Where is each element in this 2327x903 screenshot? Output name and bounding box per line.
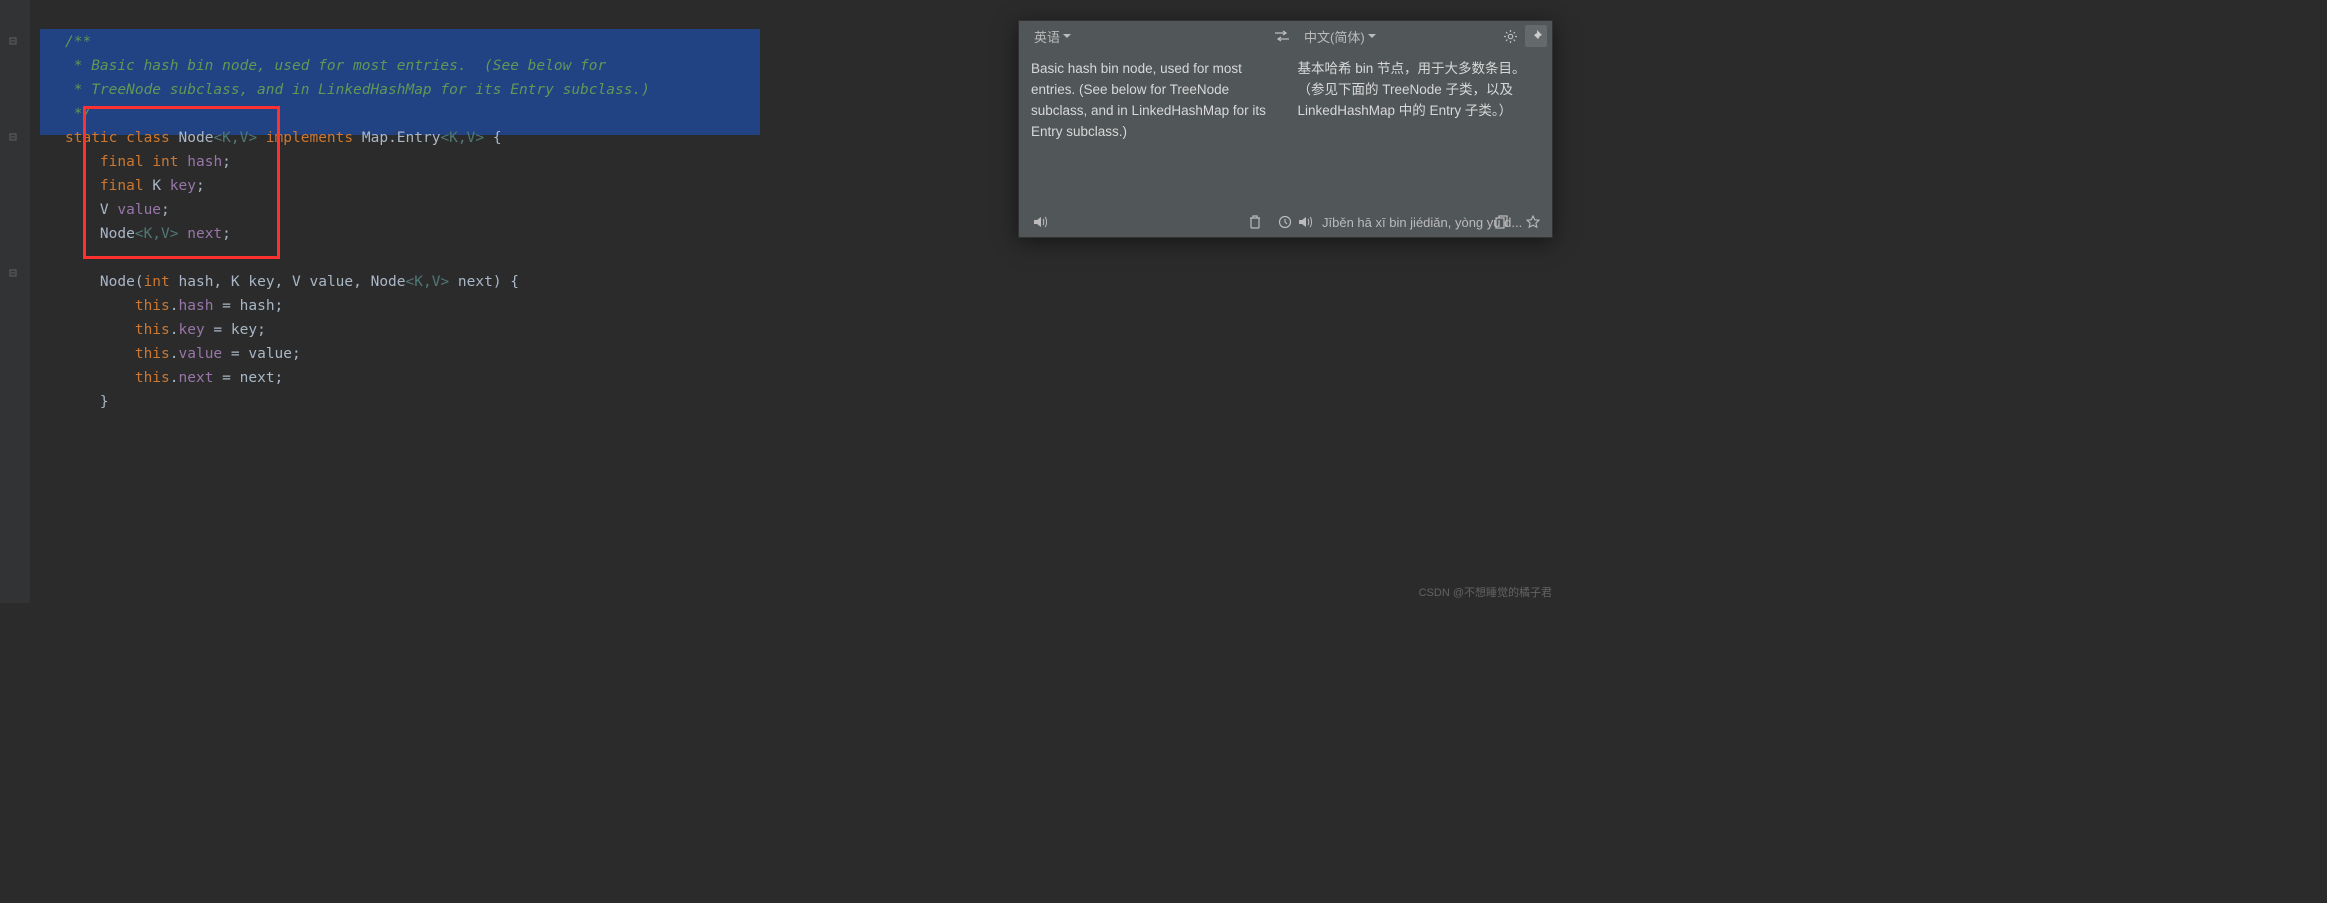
gear-icon [1503, 29, 1518, 44]
brace-close: } [30, 390, 1560, 414]
speaker-icon [1033, 215, 1048, 229]
fold-icon[interactable] [8, 36, 18, 46]
fold-icon[interactable] [8, 132, 18, 142]
history-icon [1278, 215, 1292, 229]
translation-header: 英语 中文(简体) [1019, 21, 1552, 51]
speak-target-button[interactable] [1294, 211, 1316, 233]
target-text: 基本哈希 bin 节点，用于大多数条目。 （参见下面的 TreeNode 子类，… [1298, 61, 1526, 118]
comment-line: * TreeNode subclass, and in LinkedHashMa… [65, 82, 650, 98]
delete-button[interactable] [1244, 211, 1266, 233]
translation-body: Basic hash bin node, used for most entri… [1019, 51, 1552, 207]
target-language-label: 中文(简体) [1304, 27, 1365, 46]
fold-icon[interactable] [8, 268, 18, 278]
assignment: this.key = key; [30, 318, 1560, 342]
pin-icon [1529, 29, 1543, 43]
copy-icon [1495, 215, 1508, 229]
chevron-down-icon [1368, 34, 1376, 39]
source-text: Basic hash bin node, used for most entri… [1031, 61, 1266, 139]
source-language-selector[interactable]: 英语 [1029, 24, 1076, 49]
assignment: this.hash = hash; [30, 294, 1560, 318]
chevron-down-icon [1063, 34, 1071, 39]
highlight-box [83, 106, 280, 259]
gutter [0, 0, 30, 603]
favorite-button[interactable] [1522, 211, 1544, 233]
copy-button[interactable] [1490, 211, 1512, 233]
watermark: CSDN @不想睡觉的橘子君 [1419, 584, 1552, 600]
trash-icon [1249, 215, 1261, 229]
constructor-declaration: Node(int hash, K key, V value, Node<K,V>… [30, 270, 1560, 294]
swap-languages-button[interactable] [1271, 25, 1293, 47]
translation-panel: 英语 中文(简体) Basic hash bin node, used for … [1018, 20, 1553, 238]
translation-footer: Jīběn hā xī bin jiédiǎn, yòng yú d... [1019, 207, 1552, 237]
star-icon [1526, 215, 1540, 229]
speaker-icon [1298, 215, 1313, 229]
pin-button[interactable] [1525, 25, 1547, 47]
settings-button[interactable] [1499, 25, 1521, 47]
speak-source-button[interactable] [1029, 211, 1051, 233]
source-text-area[interactable]: Basic hash bin node, used for most entri… [1019, 51, 1286, 207]
comment-line: /** [65, 34, 91, 50]
source-language-label: 英语 [1034, 27, 1060, 46]
target-text-area: 基本哈希 bin 节点，用于大多数条目。 （参见下面的 TreeNode 子类，… [1286, 51, 1553, 207]
comment-line: * Basic hash bin node, used for most ent… [65, 58, 606, 74]
target-language-selector[interactable]: 中文(简体) [1299, 24, 1381, 49]
assignment: this.value = value; [30, 342, 1560, 366]
history-button[interactable] [1274, 211, 1296, 233]
assignment: this.next = next; [30, 366, 1560, 390]
